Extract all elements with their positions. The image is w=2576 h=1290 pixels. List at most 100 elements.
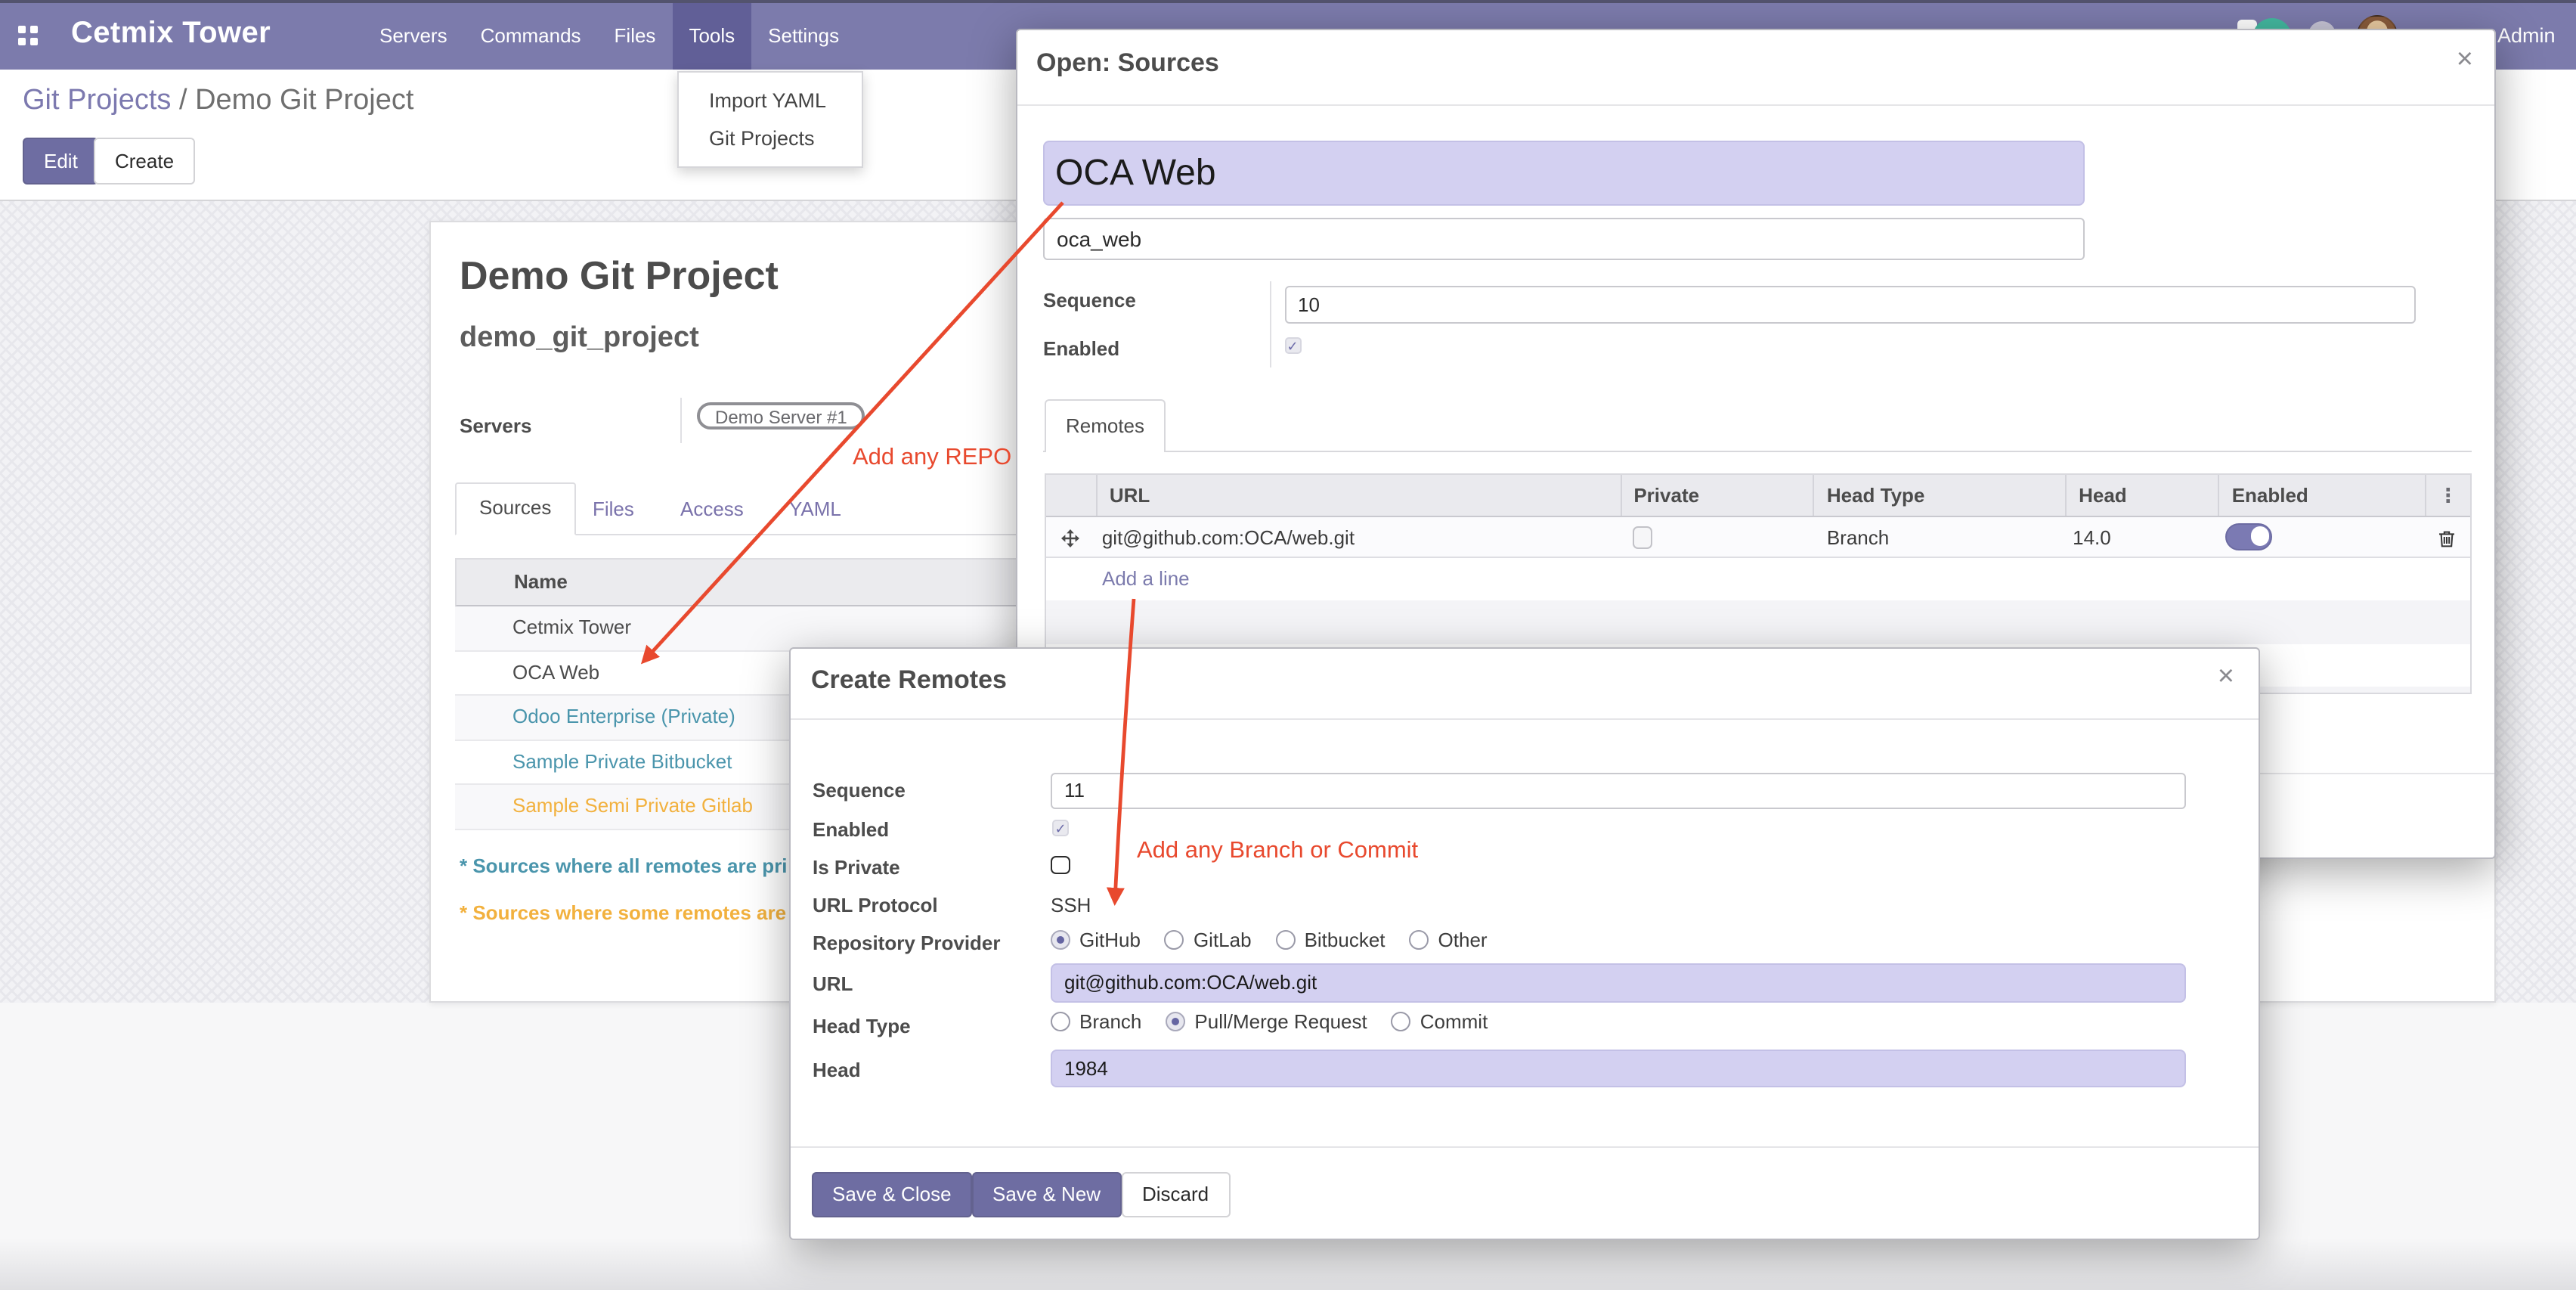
tab-remotes[interactable]: Remotes (1045, 398, 1166, 451)
radio-pull-merge-label: Pull/Merge Request (1194, 1010, 1367, 1033)
add-a-line-link[interactable]: Add a line (1046, 558, 2470, 600)
tab-files[interactable]: Files (570, 485, 657, 535)
name-column-header: Name (457, 570, 568, 593)
tab-yaml[interactable]: YAML (766, 485, 864, 535)
apps-grid-icon[interactable] (18, 26, 38, 45)
remote-head-cell[interactable]: 14.0 (2065, 526, 2218, 548)
notebook-divider (1043, 451, 2471, 452)
user-menu[interactable]: Admin (2497, 24, 2556, 47)
radio-bitbucket-circle[interactable] (1276, 929, 1296, 949)
private-checkbox[interactable] (1632, 526, 1652, 549)
drag-handle-icon[interactable] (1046, 526, 1096, 548)
brand[interactable]: Cetmix Tower (71, 17, 271, 51)
annotation-add-any-repo: Add any REPO (853, 445, 1011, 472)
remote-url-cell[interactable]: git@github.com:OCA/web.git (1096, 526, 1621, 548)
save-and-new-button[interactable]: Save & New (971, 1172, 1122, 1217)
trash-icon[interactable] (2439, 529, 2456, 547)
radio-commit-label: Commit (1420, 1010, 1488, 1033)
breadcrumb-current: Demo Git Project (195, 85, 413, 116)
menu-item-import-yaml[interactable]: Import YAML (679, 82, 862, 119)
enabled-label: Enabled (813, 818, 889, 841)
sequence-label: Sequence (1043, 289, 1136, 312)
remote-private-cell (1620, 525, 1813, 549)
screen: Demo Git Project demo_git_project Server… (0, 0, 2576, 1290)
private-column-header[interactable]: Private (1620, 474, 1813, 516)
menu-files[interactable]: Files (598, 3, 673, 70)
radio-gitlab[interactable]: GitLab (1165, 928, 1252, 950)
repository-provider-radio-group: GitHub GitLab Bitbucket Other (1051, 928, 1488, 950)
radio-other[interactable]: Other (1410, 928, 1488, 950)
footnote-semi-private-sources: * Sources where some remotes are (460, 901, 786, 924)
tab-access[interactable]: Access (658, 485, 766, 535)
radio-other-circle[interactable] (1410, 929, 1429, 949)
tab-sources[interactable]: Sources (455, 482, 575, 535)
sequence-label: Sequence (813, 778, 906, 801)
radio-github[interactable]: GitHub (1051, 928, 1141, 950)
footnote-private-sources: * Sources where all remotes are pri (460, 854, 788, 877)
tools-dropdown-menu: Import YAML Git Projects (677, 71, 863, 168)
source-name-input[interactable]: OCA Web (1043, 140, 2085, 206)
radio-github-label: GitHub (1079, 928, 1141, 950)
modal-footer-divider (790, 1146, 2259, 1147)
radio-other-label: Other (1438, 928, 1488, 950)
enabled-column-header[interactable]: Enabled (2218, 474, 2424, 516)
enabled-checkbox[interactable]: ✓ (1284, 337, 1301, 354)
radio-branch-label: Branch (1079, 1010, 1141, 1033)
head-column-header[interactable]: Head (2065, 474, 2218, 516)
url-input[interactable]: git@github.com:OCA/web.git (1051, 963, 2186, 1002)
remotes-table-header: URL Private Head Type Head Enabled ⋮ (1046, 474, 2470, 517)
close-icon[interactable]: × (2457, 48, 2473, 73)
remote-row[interactable]: git@github.com:OCA/web.git Branch 14.0 (1046, 517, 2470, 558)
save-and-close-button[interactable]: Save & Close (811, 1172, 973, 1217)
remote-enabled-cell (2218, 524, 2424, 550)
drag-column-header (1046, 474, 1096, 516)
is-private-label: Is Private (813, 856, 900, 879)
modal-title: Open: Sources (1036, 48, 1219, 79)
breadcrumb-separator: / (179, 85, 187, 116)
menu-item-git-projects[interactable]: Git Projects (679, 119, 862, 157)
radio-github-circle[interactable] (1051, 929, 1070, 949)
close-icon[interactable]: × (2218, 665, 2234, 689)
radio-branch[interactable]: Branch (1051, 1010, 1141, 1033)
radio-bitbucket-label: Bitbucket (1305, 928, 1386, 950)
head-type-radio-group: Branch Pull/Merge Request Commit (1051, 1010, 1488, 1033)
enabled-label: Enabled (1043, 337, 1119, 360)
radio-commit-circle[interactable] (1392, 1012, 1411, 1031)
radio-commit[interactable]: Commit (1392, 1010, 1488, 1033)
radio-pull-merge-circle[interactable] (1166, 1012, 1185, 1031)
source-code-input[interactable]: oca_web (1043, 217, 2085, 260)
radio-gitlab-circle[interactable] (1165, 929, 1184, 949)
radio-pull-merge-request[interactable]: Pull/Merge Request (1166, 1010, 1367, 1033)
form-column-divider (680, 398, 682, 443)
url-column-header[interactable]: URL (1096, 474, 1620, 516)
discard-button[interactable]: Discard (1121, 1172, 1230, 1217)
window-top-strip (0, 0, 2576, 3)
radio-branch-circle[interactable] (1051, 1012, 1070, 1031)
annotation-add-any-branch-or-commit: Add any Branch or Commit (1137, 838, 1418, 865)
url-protocol-value: SSH (1051, 893, 1091, 916)
head-type-column-header[interactable]: Head Type (1813, 474, 2065, 516)
sequence-input[interactable]: 11 (1051, 773, 2186, 809)
remote-actions-cell (2424, 526, 2470, 548)
enabled-toggle[interactable] (2226, 524, 2273, 550)
menu-commands[interactable]: Commands (464, 3, 598, 70)
modal-header-divider (790, 718, 2259, 720)
server-tag[interactable]: Demo Server #1 (697, 402, 865, 429)
menu-settings[interactable]: Settings (751, 3, 856, 70)
create-button[interactable]: Create (94, 138, 195, 185)
menu-tools[interactable]: Tools (672, 3, 751, 70)
enabled-checkbox[interactable]: ✓ (1052, 820, 1069, 836)
remote-head-type-cell[interactable]: Branch (1813, 526, 2065, 548)
breadcrumb-git-projects[interactable]: Git Projects (23, 85, 171, 116)
sequence-input[interactable]: 10 (1284, 285, 2416, 323)
edit-button[interactable]: Edit (23, 138, 99, 185)
radio-bitbucket[interactable]: Bitbucket (1276, 928, 1386, 950)
menu-servers[interactable]: Servers (363, 3, 464, 70)
form-column-divider (1270, 281, 1271, 367)
optional-columns-icon[interactable]: ⋮ (2424, 474, 2470, 516)
project-code: demo_git_project (460, 322, 699, 355)
project-title: Demo Git Project (460, 253, 779, 299)
head-input[interactable]: 1984 (1051, 1049, 2186, 1087)
empty-row-stripe (1046, 600, 2470, 643)
is-private-checkbox[interactable] (1051, 855, 1070, 874)
